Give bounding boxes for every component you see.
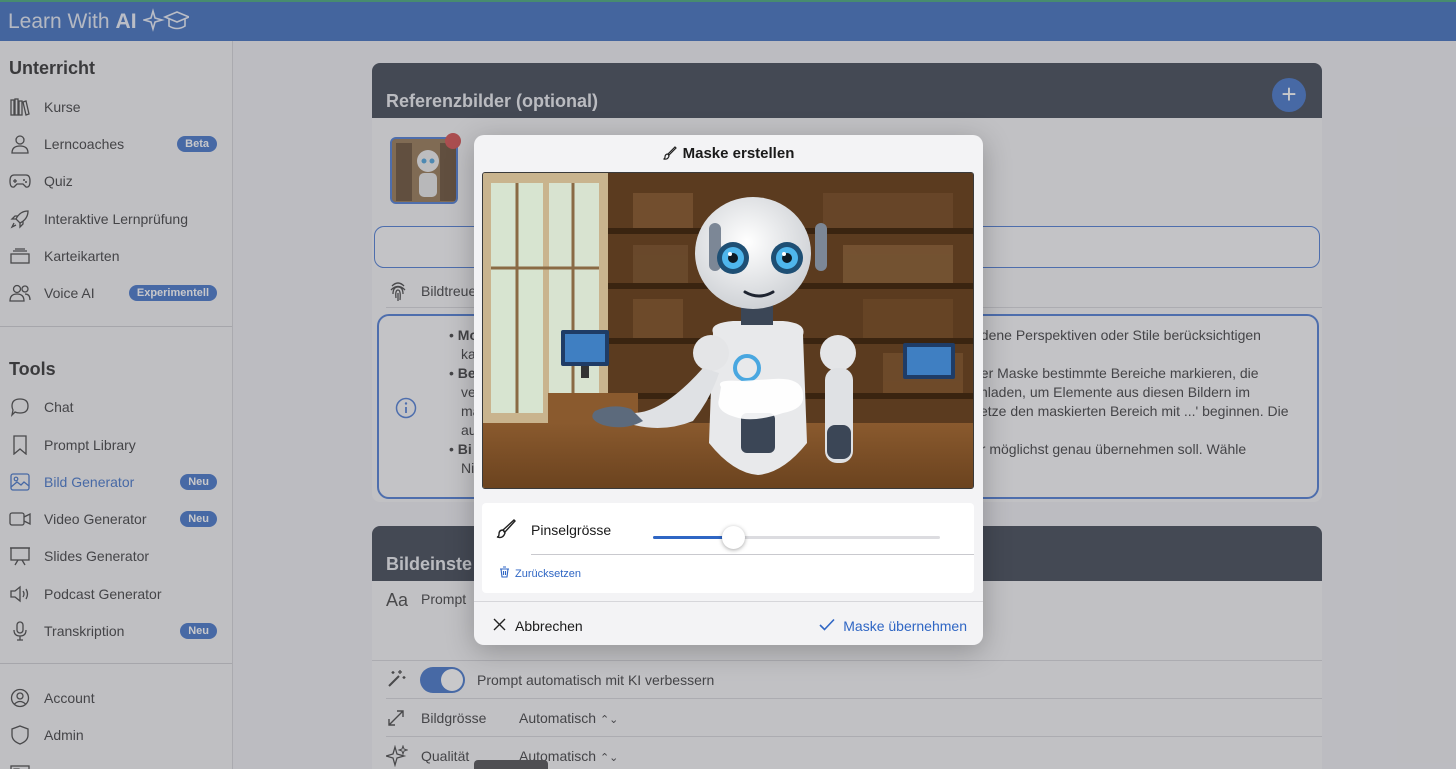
cancel-button[interactable]: Abbrechen — [493, 618, 583, 634]
panel-divider — [531, 554, 974, 555]
brush-icon — [662, 146, 677, 164]
brush-size-panel: Pinselgrösse Zurücksetzen — [482, 503, 974, 593]
checkmark-icon — [819, 618, 835, 634]
dialog-footer: Abbrechen Maske übernehmen — [474, 601, 983, 645]
brush-size-label: Pinselgrösse — [531, 522, 612, 538]
close-icon — [493, 618, 506, 634]
trash-icon — [499, 566, 510, 581]
mask-dialog: Maske erstellen Pinselgrösse Zurücksetze… — [474, 135, 983, 645]
slider-handle[interactable] — [722, 526, 745, 549]
dialog-title: Maske erstellen — [474, 145, 983, 164]
reset-button[interactable]: Zurücksetzen — [499, 566, 581, 581]
slider-fill — [653, 536, 733, 539]
brush-icon — [496, 519, 516, 544]
brush-size-slider[interactable] — [653, 526, 940, 549]
mask-canvas[interactable] — [482, 172, 974, 489]
apply-mask-button[interactable]: Maske übernehmen — [819, 618, 967, 634]
